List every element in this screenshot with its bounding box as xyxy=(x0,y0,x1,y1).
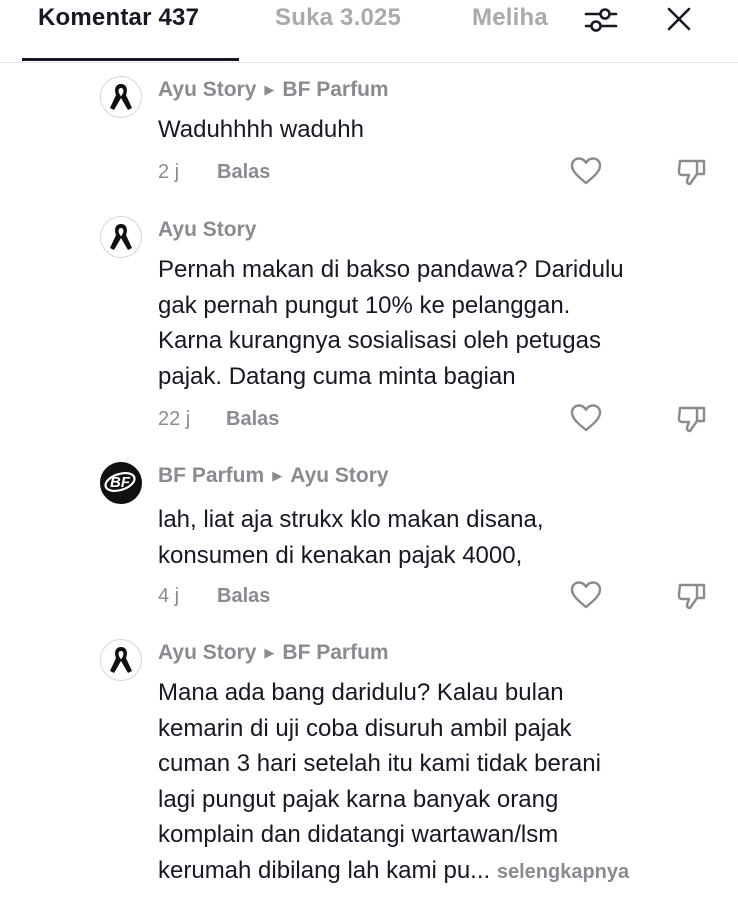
heart-outline-icon[interactable] xyxy=(569,155,603,192)
heart-outline-icon[interactable] xyxy=(569,402,603,439)
tab-views[interactable]: Meliha xyxy=(472,4,548,32)
comment-text-line: Mana ada bang daridulu? Kalau bulan xyxy=(158,679,564,706)
comment-text-line: konsumen di kenakan pajak 4000, xyxy=(158,541,523,569)
avatar[interactable]: BF xyxy=(100,462,142,504)
thumbs-down-icon[interactable] xyxy=(675,403,709,440)
filter-sliders-icon[interactable] xyxy=(583,4,619,36)
reply-button[interactable]: Balas xyxy=(217,161,270,184)
thumbs-down-icon[interactable] xyxy=(675,580,709,617)
comment-author[interactable]: Ayu Story xyxy=(158,641,256,664)
reply-arrow-icon: ▶ xyxy=(272,468,283,483)
tab-likes[interactable]: Suka 3.025 xyxy=(275,4,401,32)
comment-text-line: kemarin di uji coba disuruh ambil pajak xyxy=(158,714,572,742)
comment-item: Ayu Story ▶ BF Parfum Waduhhhh waduhh 2 j … xyxy=(0,72,738,202)
comment-text-line: lah, liat aja strukx klo makan disana, xyxy=(158,506,544,533)
comment-text-line: Pernah makan di bakso pandawa? Daridulu xyxy=(158,256,624,283)
comment-time: 2 j xyxy=(158,161,180,183)
comment-author-line[interactable]: Ayu Story xyxy=(158,218,256,242)
see-more-link[interactable]: selengkapnya xyxy=(497,861,629,883)
comment-tabs-header: Komentar 437 Suka 3.025 Meliha xyxy=(0,0,738,63)
black-ribbon-icon xyxy=(110,224,132,250)
comment-text-line: cuman 3 hari setelah itu kami tidak bera… xyxy=(158,750,601,777)
bf-parfum-logo-icon: BF xyxy=(104,471,136,493)
reply-arrow-icon: ▶ xyxy=(264,645,275,660)
avatar[interactable] xyxy=(100,639,142,681)
comment-text-line: pajak. Datang cuma minta bagian xyxy=(158,362,516,390)
comment-text: Waduhhhh waduhh xyxy=(158,112,364,148)
tab-comments[interactable]: Komentar 437 xyxy=(38,4,199,32)
black-ribbon-icon xyxy=(110,84,132,110)
comment-author[interactable]: Ayu Story xyxy=(158,78,256,101)
comment-text-line: komplain dan didatangi wartawan/lsm xyxy=(158,821,559,848)
comment-author[interactable]: BF Parfum xyxy=(158,464,264,487)
comment-item: Ayu Story Pernah makan di bakso pandawa?… xyxy=(0,212,738,442)
comment-text-line: Karna kurangnya sosialisasi oleh petugas xyxy=(158,327,601,354)
comment-text-last-line: kerumah dibilang lah kami pu... selengka… xyxy=(158,853,629,891)
active-tab-indicator xyxy=(22,58,239,61)
heart-outline-icon[interactable] xyxy=(569,579,603,616)
comment-text-line: lagi pungut pajak karna banyak orang xyxy=(158,785,559,813)
reply-button[interactable]: Balas xyxy=(226,408,279,431)
comment-author-line[interactable]: Ayu Story ▶ BF Parfum xyxy=(158,641,389,665)
reply-arrow-icon: ▶ xyxy=(264,82,275,97)
avatar[interactable] xyxy=(100,216,142,258)
comment-text-line: kerumah dibilang lah kami pu... xyxy=(158,856,491,884)
comment-text-line: Waduhhhh waduhh xyxy=(158,116,364,143)
comment-text: Pernah makan di bakso pandawa? Daridulu … xyxy=(158,252,624,394)
reply-button[interactable]: Balas xyxy=(217,585,270,608)
black-ribbon-icon xyxy=(110,647,132,673)
comment-time: 4 j xyxy=(158,585,180,607)
comment-author[interactable]: Ayu Story xyxy=(158,218,256,241)
comment-item: Ayu Story ▶ BF Parfum Mana ada bang daridu… xyxy=(0,635,738,897)
comment-author-line[interactable]: BF Parfum ▶ Ayu Story xyxy=(158,464,389,488)
comment-item: BF BF Parfum ▶ Ayu Story lah, liat aja str… xyxy=(0,458,738,618)
avatar[interactable] xyxy=(100,76,142,118)
reply-to-user[interactable]: BF Parfum xyxy=(282,641,388,664)
close-icon[interactable] xyxy=(666,6,692,32)
comment-time: 22 j xyxy=(158,408,191,430)
comment-text: lah, liat aja strukx klo makan disana, k… xyxy=(158,502,544,573)
thumbs-down-icon[interactable] xyxy=(675,156,709,193)
svg-text:BF: BF xyxy=(110,474,131,491)
comment-text: Mana ada bang daridulu? Kalau bulan kema… xyxy=(158,675,629,890)
reply-to-user[interactable]: BF Parfum xyxy=(282,78,388,101)
comment-text-line: gak pernah pungut 10% ke pelanggan. xyxy=(158,291,571,319)
comment-author-line[interactable]: Ayu Story ▶ BF Parfum xyxy=(158,78,389,102)
reply-to-user[interactable]: Ayu Story xyxy=(290,464,388,487)
